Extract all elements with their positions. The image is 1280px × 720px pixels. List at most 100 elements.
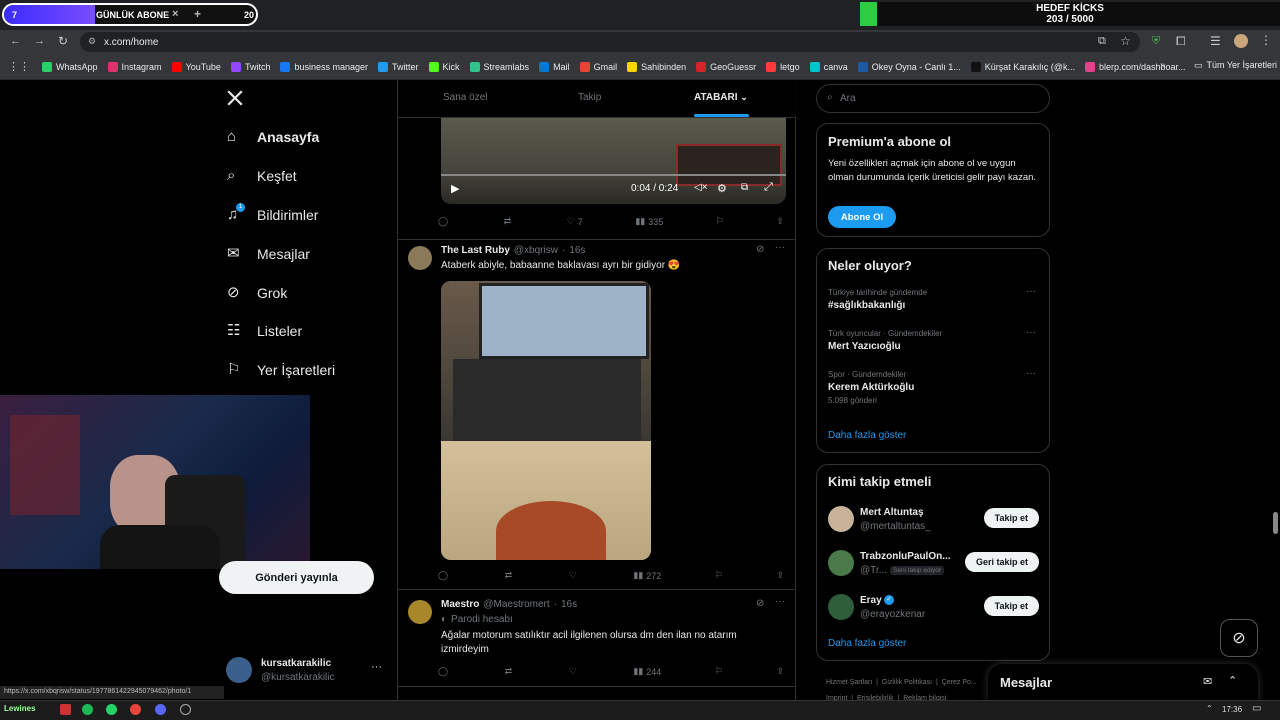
reply-button[interactable]: ◯ (438, 666, 451, 677)
grok-icon[interactable]: ⊘ (756, 244, 764, 255)
bookmark-item[interactable]: business manager (280, 61, 368, 72)
grok-floating-button[interactable]: ⊘ (1220, 619, 1258, 657)
more-icon[interactable]: ··· (1026, 368, 1036, 379)
bookmark-button[interactable]: ⚐ (716, 216, 724, 227)
grok-icon[interactable]: ⊘ (756, 598, 764, 609)
tweet-time[interactable]: 16s (561, 599, 577, 610)
spotify-icon[interactable] (82, 704, 93, 715)
bookmark-item[interactable]: Twitter (378, 61, 419, 72)
sidebar-item-5[interactable]: ☷ Listeler (227, 323, 302, 340)
suggestion-name[interactable]: TrabzonluPaulOn... (860, 551, 951, 562)
taskbar-app-icon[interactable] (60, 704, 71, 715)
site-info-icon[interactable]: ⚙ (88, 36, 96, 47)
shield-extension-icon[interactable]: ⛨ (1152, 35, 1160, 48)
discord-icon[interactable] (155, 704, 166, 715)
sidebar-item-3[interactable]: ✉ Mesajlar (227, 246, 310, 263)
share-button[interactable]: ⇪ (776, 666, 784, 677)
retweet-button[interactable]: ⇄ (505, 570, 516, 581)
new-tab-icon[interactable]: + (194, 7, 201, 21)
share-button[interactable]: ⇪ (776, 216, 784, 227)
new-message-icon[interactable]: ✉ (1203, 675, 1212, 688)
views-button[interactable]: ▮▮ 335 (635, 216, 663, 227)
tweet-avatar[interactable] (408, 600, 432, 624)
bookmark-item[interactable]: Mail (539, 61, 570, 72)
bookmark-button[interactable]: ⚐ (715, 570, 723, 581)
follow-button[interactable]: Takip et (983, 508, 1039, 528)
tray-arrow-icon[interactable]: ⌃ (1206, 704, 1213, 713)
tweet[interactable]: Maestro @Maestromert · 16s ⊘ ··· ◐ Parod… (398, 590, 796, 687)
author-handle[interactable]: @xbqrisw (514, 245, 558, 256)
url-field[interactable]: ⚙ x.com/home ⧉ ☆ (80, 32, 1140, 52)
x-logo-icon[interactable] (226, 89, 246, 109)
bookmark-item[interactable]: Streamlabs (469, 61, 529, 72)
suggestion-avatar[interactable] (828, 506, 854, 532)
bookmark-item[interactable]: Kick (428, 61, 460, 72)
account-switcher[interactable]: kursatkarakilic @kursatkarakilic ··· (226, 656, 386, 686)
video-progress[interactable] (441, 174, 786, 176)
subscribe-button[interactable]: Abone Ol (828, 206, 896, 228)
trend-item[interactable]: Türk oyuncular · Gündemdekiler Mert Yazıc… (828, 327, 1040, 355)
author-handle[interactable]: @Maestromert (483, 599, 549, 610)
fullscreen-icon[interactable]: ⤢ (764, 181, 773, 194)
views-button[interactable]: ▮▮ 272 (633, 570, 661, 581)
trends-show-more[interactable]: Daha fazla göster (828, 430, 906, 441)
tab-atabari[interactable]: ATABARI ⌄ (694, 92, 748, 103)
follow-suggestion[interactable]: Eray @erayozkenar ✓ Takip et (817, 591, 1049, 629)
like-button[interactable]: ♡ (569, 570, 580, 581)
reload-icon[interactable]: ↻ (58, 34, 68, 48)
retweet-button[interactable]: ⇄ (505, 666, 516, 677)
more-bookmarks-icon[interactable]: » (1160, 60, 1166, 71)
extensions-icon[interactable]: ⧠ (1176, 34, 1186, 49)
footer-cookies[interactable]: Çerez Po... (942, 679, 977, 686)
bookmark-button[interactable]: ⚐ (715, 666, 723, 677)
bookmark-item[interactable]: letgo (766, 61, 800, 72)
apps-grid-icon[interactable]: ⋮⋮ (8, 60, 30, 73)
author-name[interactable]: The Last Ruby (441, 245, 510, 256)
suggestion-avatar[interactable] (828, 550, 854, 576)
views-button[interactable]: ▮▮ 244 (633, 666, 661, 677)
settings-icon[interactable]: ⚙ (717, 182, 727, 195)
all-bookmarks[interactable]: ▭ Tüm Yer İşaretleri (1194, 60, 1277, 71)
sidebar-item-0[interactable]: ⌂ Anasayfa (227, 129, 319, 146)
bookmark-item[interactable]: Sahibinden (627, 61, 686, 72)
footer-privacy[interactable]: Gizlilik Politikası (882, 679, 932, 686)
back-icon[interactable]: ← (10, 35, 21, 47)
bookmark-item[interactable]: Instagram (107, 61, 162, 72)
more-menu-icon[interactable]: ⋮ (1260, 33, 1272, 47)
search-input[interactable]: ⌕ Ara (816, 84, 1050, 113)
obs-icon[interactable] (180, 704, 191, 715)
sidebar-item-6[interactable]: ⚐ Yer İşaretleri (227, 362, 335, 379)
who-show-more[interactable]: Daha fazla göster (828, 638, 906, 649)
sidebar-item-2[interactable]: ♫ 1 Bildirimler (227, 203, 318, 223)
reply-button[interactable]: ◯ (438, 216, 451, 227)
page-scrollbar[interactable] (1273, 512, 1278, 534)
play-icon[interactable]: ▶ (451, 182, 459, 195)
tab-following[interactable]: Takip (578, 92, 601, 103)
retweet-button[interactable]: ⇄ (504, 216, 515, 227)
more-icon[interactable]: ··· (775, 242, 785, 253)
bookmark-item[interactable]: Okey Oyna - Canlı 1... (857, 61, 961, 72)
suggestion-name[interactable]: Eray (860, 595, 882, 606)
follow-suggestion[interactable]: Mert Altuntaş @mertaltuntas_ Takip et (817, 503, 1049, 541)
tab-for-you[interactable]: Sana özel (443, 92, 487, 103)
bookmark-item[interactable]: GeoGuessr (696, 61, 756, 72)
bookmark-item[interactable]: WhatsApp (42, 61, 98, 72)
tweet-time[interactable]: 16s (569, 245, 585, 256)
footer-terms[interactable]: Hizmet Şartları (826, 679, 872, 686)
volume-icon[interactable]: ◁× (694, 182, 708, 193)
chrome-icon[interactable] (130, 704, 141, 715)
suggestion-name[interactable]: Mert Altuntaş (860, 507, 924, 518)
more-icon[interactable]: ··· (1026, 327, 1036, 338)
tweet-photo[interactable] (441, 281, 651, 560)
more-icon[interactable]: ··· (371, 661, 382, 673)
suggestion-avatar[interactable] (828, 594, 854, 620)
bookmark-item[interactable]: blerp.com/dashboar... (1084, 61, 1186, 72)
video-player[interactable]: ▶ 0:04 / 0:24 ◁× ⚙ ⧉ ⤢ (441, 118, 786, 204)
tweet[interactable]: The Last Ruby @xbqrisw · 16s ⊘ ··· Atabe… (398, 240, 796, 590)
follow-button[interactable]: Takip et (983, 596, 1039, 616)
like-button[interactable]: ♡ (569, 666, 580, 677)
author-name[interactable]: Maestro (441, 599, 479, 610)
bookmark-item[interactable]: Kürşat Karakılıç (@k... (970, 61, 1075, 72)
pip-icon[interactable]: ⧉ (741, 182, 748, 193)
reply-button[interactable]: ◯ (438, 570, 451, 581)
